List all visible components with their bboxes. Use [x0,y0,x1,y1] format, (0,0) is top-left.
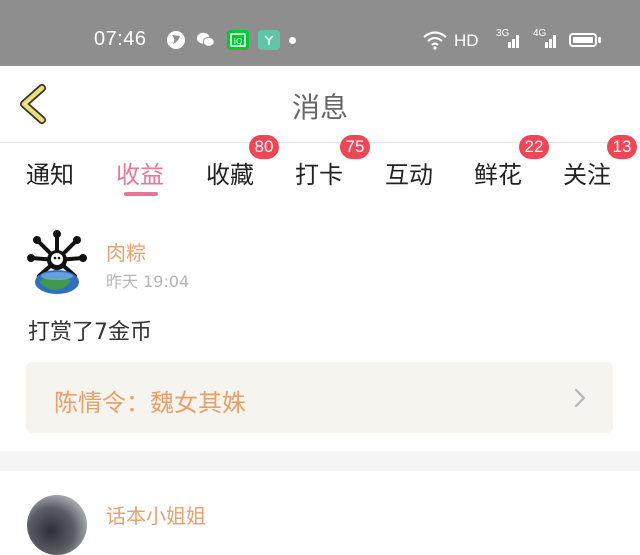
battery-tip [598,37,601,43]
top-bar: 消息 [0,66,640,143]
badge-follow: 13 [607,135,637,159]
message-card [0,471,640,521]
sender-nickname[interactable]: 肉粽 [106,237,146,266]
avatar[interactable] [27,230,87,294]
notification-dot-icon [289,37,296,44]
divider [0,451,640,471]
message-time: 昨天 19:04 [106,272,190,291]
work-title: 陈情令：魏女其姝 [54,389,246,417]
status-bar: 07:46 iQ HD 3G 4G [0,0,640,66]
svg-text:iQ: iQ [234,37,243,46]
browser-icon [166,30,186,50]
tab-notice[interactable]: 通知 [26,155,74,190]
tab-checkin[interactable]: 打卡 [295,155,343,190]
badge-flowers: 22 [519,135,549,159]
tab-interaction[interactable]: 互动 [385,155,433,190]
tab-earnings[interactable]: 收益 [116,155,164,190]
battery-icon [569,33,597,47]
tab-flowers[interactable]: 鲜花 [474,155,522,190]
status-time: 07:46 [94,28,147,50]
tab-favorites[interactable]: 收藏 [206,155,254,190]
hd-indicator: HD [454,31,479,50]
active-tab-indicator [124,192,158,196]
chevron-right-icon [574,388,586,408]
wifi-icon [422,30,448,55]
page-title: 消息 [291,91,348,124]
badge-favorites: 80 [249,135,279,159]
work-link[interactable]: 陈情令：魏女其姝 [26,362,613,433]
signal-1-icon [494,30,522,55]
sender-nickname[interactable]: 话本小姐姐 [106,500,206,529]
tab-follow[interactable]: 关注 [563,155,611,190]
avatar[interactable] [27,495,87,555]
iqiyi-icon: iQ [227,30,249,50]
badge-checkin: 75 [340,135,370,159]
wechat-icon [196,30,216,50]
app-icon [258,30,280,50]
signal-2-icon [531,30,561,55]
message-text: 打赏了7金币 [28,320,152,345]
